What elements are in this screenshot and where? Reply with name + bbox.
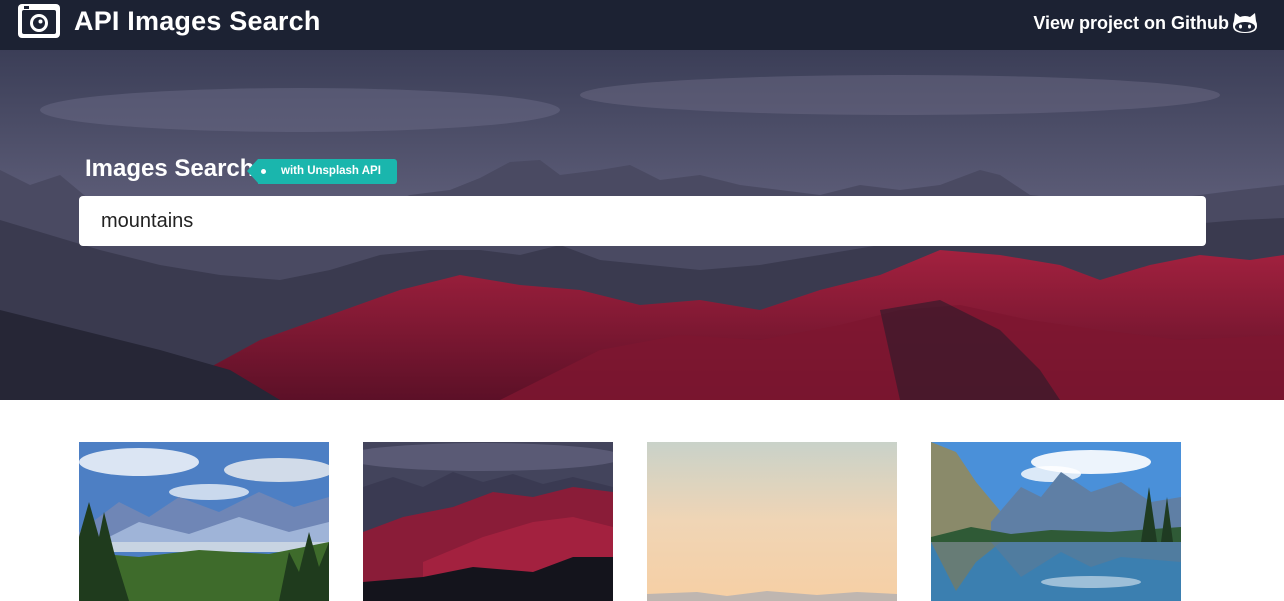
camera-icon[interactable] bbox=[17, 2, 61, 40]
result-image-3[interactable] bbox=[647, 442, 897, 601]
result-image-4[interactable] bbox=[931, 442, 1181, 601]
result-image-1[interactable] bbox=[79, 442, 329, 601]
unsplash-api-tag: with Unsplash API bbox=[247, 159, 397, 184]
hero-title: Images Search bbox=[85, 155, 255, 182]
tag-dot-icon bbox=[261, 169, 266, 174]
top-navbar: API Images Search View project on Github bbox=[0, 0, 1284, 50]
hero-banner: Images Search with Unsplash API bbox=[0, 50, 1284, 400]
github-octocat-icon bbox=[1233, 13, 1257, 33]
tag-label: with Unsplash API bbox=[281, 165, 381, 177]
github-link-label: View project on Github bbox=[1033, 12, 1229, 33]
results-grid bbox=[0, 400, 1284, 601]
result-image-2[interactable] bbox=[363, 442, 613, 601]
search-input[interactable] bbox=[79, 196, 1206, 246]
brand-title[interactable]: API Images Search bbox=[74, 6, 321, 37]
github-link[interactable]: View project on Github bbox=[1033, 11, 1258, 35]
